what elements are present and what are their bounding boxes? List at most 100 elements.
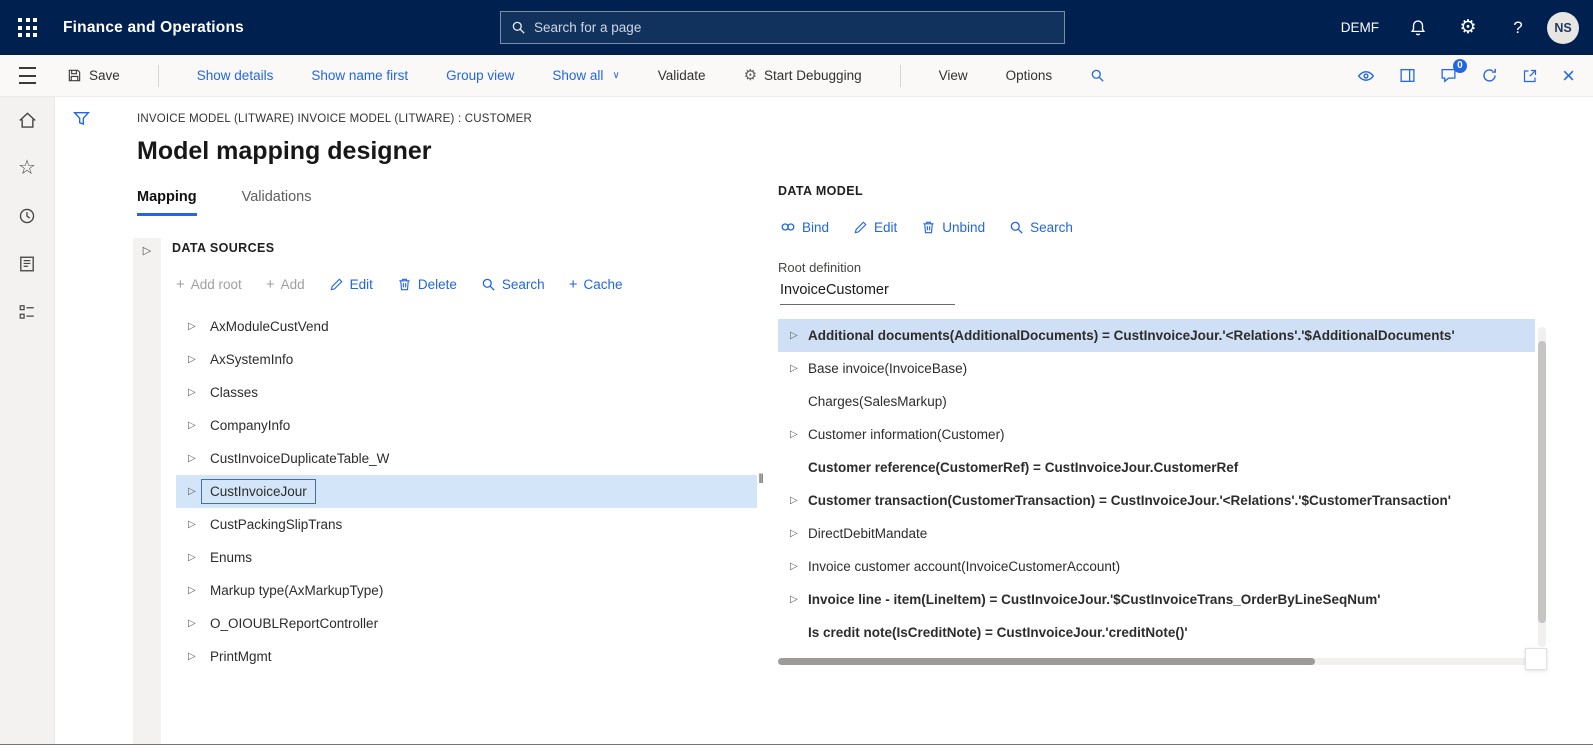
options-menu-button[interactable]: Options	[1006, 68, 1053, 83]
horizontal-scrollbar-thumb[interactable]	[778, 658, 1315, 665]
tree-row-label: PrintMgmt	[210, 649, 272, 664]
delete-button[interactable]: Delete	[397, 277, 457, 292]
view-menu-button[interactable]: View	[939, 68, 968, 83]
expand-arrow-icon[interactable]: ▷	[778, 495, 808, 506]
topbar-right-cluster: DEMF ⚙ ? NS	[1341, 0, 1593, 55]
root-definition-field[interactable]: InvoiceCustomer	[780, 282, 955, 305]
label: Show details	[197, 68, 274, 83]
avatar[interactable]: NS	[1547, 12, 1579, 44]
rail-home-button[interactable]	[0, 107, 55, 133]
search-button[interactable]: Search	[1009, 220, 1073, 235]
filter-button[interactable]	[73, 110, 90, 127]
data-source-tree-row[interactable]: ▷ AxSystemInfo	[176, 343, 757, 376]
data-model-tree-row[interactable]: ▷ Additional documents(AdditionalDocumen…	[778, 319, 1535, 352]
tab-mapping[interactable]: Mapping	[137, 189, 197, 216]
company-picker[interactable]: DEMF	[1341, 20, 1379, 35]
related-info-button[interactable]	[1357, 67, 1375, 85]
tree-row-label: CustInvoiceDuplicateTable_W	[210, 451, 389, 466]
validate-button[interactable]: Validate	[658, 68, 706, 83]
data-model-tree-row[interactable]: ▷ Base invoice(InvoiceBase)	[778, 352, 1535, 385]
data-source-tree-row[interactable]: ▷ CustPackingSlipTrans	[176, 508, 757, 541]
edit-button[interactable]: Edit	[329, 277, 373, 292]
expand-arrow-icon[interactable]: ▷	[778, 330, 808, 341]
group-view-button[interactable]: Group view	[446, 68, 514, 83]
vertical-scrollbar-thumb[interactable]	[1538, 341, 1546, 623]
data-model-header: DATA MODEL	[778, 184, 1535, 198]
show-details-button[interactable]: Show details	[197, 68, 274, 83]
data-source-tree-row[interactable]: ▷ Markup type(AxMarkupType)	[176, 574, 757, 607]
start-debugging-button[interactable]: ⚙ Start Debugging	[744, 68, 862, 83]
data-model-tree-row[interactable]: ▷ Customer reference(CustomerRef) = Cust…	[778, 451, 1535, 484]
data-model-tree-row[interactable]: ▷ DirectDebitMandate	[778, 517, 1535, 550]
expand-arrow-icon[interactable]: ▷	[176, 354, 210, 365]
search-icon	[481, 277, 496, 292]
data-model-tree-row[interactable]: ▷ Invoice customer account(InvoiceCustom…	[778, 550, 1535, 583]
notifications-button[interactable]	[1393, 0, 1443, 55]
expand-arrow-icon[interactable]: ▷	[176, 321, 210, 332]
data-source-tree-row[interactable]: ▷ PrintMgmt	[176, 640, 757, 673]
rail-recent-button[interactable]	[0, 203, 55, 229]
expand-arrow-icon[interactable]: ▷	[176, 651, 210, 662]
data-model-tree-row[interactable]: ▷ Customer information(Customer)	[778, 418, 1535, 451]
cache-button[interactable]: + Cache	[569, 277, 623, 292]
horizontal-scrollbar[interactable]	[778, 658, 1528, 665]
data-model-toolbar: Bind Edit Unbind Search	[780, 219, 1535, 235]
vertical-scrollbar[interactable]	[1538, 327, 1546, 647]
page-search-box[interactable]	[500, 11, 1065, 44]
breadcrumb[interactable]: INVOICE MODEL (LITWARE) INVOICE MODEL (L…	[137, 113, 532, 125]
close-button[interactable]: ×	[1562, 65, 1575, 87]
side-pane-button[interactable]	[1399, 67, 1416, 84]
hamburger-menu-button[interactable]	[0, 65, 55, 87]
tree-row-label: Invoice line - item(LineItem) = CustInvo…	[808, 592, 1380, 607]
settings-button[interactable]: ⚙	[1443, 0, 1493, 55]
refresh-button[interactable]	[1481, 67, 1498, 84]
page-search-input[interactable]	[534, 20, 1054, 35]
data-model-tree-row[interactable]: ▷ Is credit note(IsCreditNote) = CustInv…	[778, 616, 1535, 649]
rail-favorites-button[interactable]: ☆	[0, 155, 55, 181]
app-launcher-waffle-icon[interactable]	[0, 0, 55, 55]
data-source-tree-row[interactable]: ▷ CompanyInfo	[176, 409, 757, 442]
expand-arrow-icon[interactable]: ▷	[176, 618, 210, 629]
save-button[interactable]: Save	[67, 68, 120, 83]
tree-row-label: Markup type(AxMarkupType)	[210, 583, 383, 598]
expand-arrow-icon[interactable]: ▷	[778, 561, 808, 572]
expand-arrow-icon[interactable]: ▷	[176, 420, 210, 431]
edit-button[interactable]: Edit	[853, 220, 897, 235]
data-model-tree-row[interactable]: ▷ Invoice line - item(LineItem) = CustIn…	[778, 583, 1535, 616]
expand-arrow-icon[interactable]: ▷	[778, 429, 808, 440]
data-model-tree-row[interactable]: ▷ Charges(SalesMarkup)	[778, 385, 1535, 418]
expand-arrow-icon[interactable]: ▷	[176, 453, 210, 464]
action-pane-search-button[interactable]	[1090, 68, 1105, 83]
messages-button[interactable]: 0	[1440, 67, 1457, 84]
panel-splitter[interactable]: ‖	[755, 465, 767, 491]
expand-arrow-icon[interactable]: ▷	[778, 594, 808, 605]
trash-icon	[921, 220, 936, 235]
help-button[interactable]: ?	[1493, 0, 1543, 55]
data-source-tree-row[interactable]: ▷ O_OIOUBLReportController	[176, 607, 757, 640]
panel-collapse-strip[interactable]: ▷	[133, 238, 161, 744]
expand-arrow-icon[interactable]: ▷	[778, 363, 808, 374]
search-button[interactable]: Search	[481, 277, 545, 292]
rail-forms-button[interactable]	[0, 251, 55, 277]
link-icon	[780, 219, 796, 235]
expand-arrow-icon[interactable]: ▷	[176, 519, 210, 530]
data-source-tree-row[interactable]: ▷ CustInvoiceDuplicateTable_W	[176, 442, 757, 475]
data-source-tree-row[interactable]: ▷ AxModuleCustVend	[176, 310, 757, 343]
chevron-down-icon: ∨	[612, 70, 619, 81]
data-source-tree-row[interactable]: ▷ CustInvoiceJour	[176, 475, 757, 508]
expand-arrow-icon[interactable]: ▷	[176, 585, 210, 596]
unbind-button[interactable]: Unbind	[921, 220, 985, 235]
tab-validations[interactable]: Validations	[242, 189, 312, 216]
expand-arrow-icon[interactable]: ▷	[176, 552, 210, 563]
data-model-tree-row[interactable]: ▷ Customer transaction(CustomerTransacti…	[778, 484, 1535, 517]
data-sources-panel: ▷ DATA SOURCES + Add root + Add Edit	[133, 238, 757, 744]
expand-arrow-icon[interactable]: ▷	[176, 387, 210, 398]
show-all-dropdown[interactable]: Show all ∨	[552, 68, 619, 83]
data-source-tree-row[interactable]: ▷ Enums	[176, 541, 757, 574]
open-in-new-window-button[interactable]	[1522, 68, 1538, 84]
show-name-first-button[interactable]: Show name first	[311, 68, 408, 83]
expand-arrow-icon[interactable]: ▷	[778, 528, 808, 539]
rail-workspaces-button[interactable]	[0, 299, 55, 325]
data-source-tree-row[interactable]: ▷ Classes	[176, 376, 757, 409]
bind-button[interactable]: Bind	[780, 219, 829, 235]
